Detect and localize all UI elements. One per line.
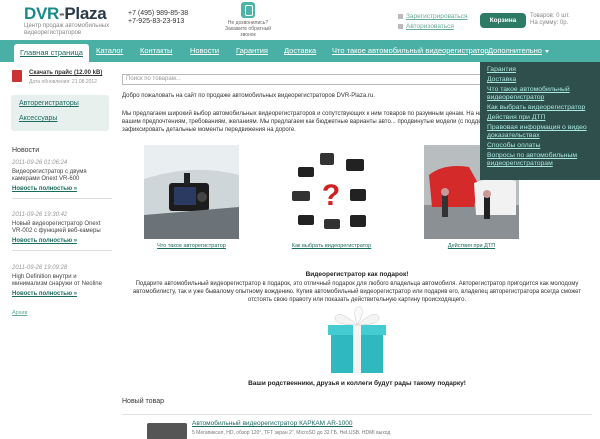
product-image[interactable]: [147, 423, 187, 439]
dropdown-item-legal-info[interactable]: Правовая информация о видео доказательст…: [487, 124, 593, 140]
thumb-caption[interactable]: Действия при ДТП: [424, 243, 519, 249]
phone-2: +7-925-83-23-913: [128, 18, 185, 25]
nav-what-is-dvr[interactable]: Что такое автомобильный видеорегистратор: [332, 40, 489, 62]
nav-more[interactable]: Дополнительно: [488, 40, 549, 62]
news-item: 2011-09-26 19:30:42 Новый видеорегистрат…: [12, 212, 112, 251]
gift-text: Подарите автомобильный видеорегистратор …: [132, 281, 582, 303]
divider: [12, 198, 112, 199]
phone-icon: [241, 2, 255, 18]
pdf-icon: [12, 70, 22, 82]
logo-text: DVR-Plaza: [24, 4, 107, 23]
news-heading: Новости: [12, 147, 40, 154]
header: DVR-Plaza Центр продаж автомобильных вид…: [0, 0, 600, 40]
dropdown-item-accident-actions[interactable]: Действия при ДТП: [487, 114, 593, 122]
news-date: 2011-09-26 19:09:28: [12, 265, 68, 271]
news-text: High Definition внутри и минимализм снар…: [12, 274, 102, 287]
product-title[interactable]: Автомобильный видеорегистратор КАРКАМ AR…: [192, 420, 353, 427]
thumb-caption[interactable]: Что такое авторегистратор: [144, 243, 239, 249]
logo[interactable]: DVR-Plaza Центр продаж автомобильных вид…: [24, 4, 114, 37]
category-menu: Авторегистраторы Аксессуары: [11, 95, 109, 131]
thumb-caption[interactable]: Как выбрать видеорегистратор: [284, 243, 379, 249]
news-text: Новый видеорегистратор Onext VR-002 с фу…: [12, 221, 101, 234]
gift-heading: Видеорегистратор как подарок!: [305, 271, 409, 278]
dropdown-item-faq[interactable]: Вопросы по автомобильным видеорегистрато…: [487, 152, 593, 168]
archive-link[interactable]: Архив: [12, 310, 27, 316]
nav-home[interactable]: Главная страница: [14, 44, 89, 62]
divider: [12, 250, 112, 251]
news-more-link[interactable]: Новость полностью »: [12, 238, 112, 244]
news-date: 2011-09-26 19:30:42: [12, 212, 68, 218]
login-icon: [398, 23, 403, 29]
price-download-link[interactable]: Скачать прайс (12.00 kB): [29, 70, 102, 76]
product-card[interactable]: Автомобильный видеорегистратор КАРКАМ AR…: [122, 414, 592, 439]
thumb-how-to-choose[interactable]: ? Как выбрать видеорегистратор: [284, 145, 379, 249]
dropdown-item-warranty[interactable]: Гарантия: [487, 66, 593, 74]
phone-numbers: +7 (495) 989-85-38 +7-925-83-23-913: [128, 10, 188, 26]
main-nav: Главная страница Каталог Контакты Новост…: [0, 40, 600, 62]
nav-delivery[interactable]: Доставка: [284, 40, 316, 62]
dropdown-item-what-is-dvr[interactable]: Что такое автомобильный видеорегистратор: [487, 86, 593, 102]
news-item: 2011-09-26 01:06:24 Видеорегистратор с д…: [12, 160, 112, 199]
register-link[interactable]: Зарегистрироваться: [406, 13, 467, 20]
nav-warranty[interactable]: Гарантия: [236, 40, 268, 62]
nav-news[interactable]: Новости: [190, 40, 219, 62]
product-description: 5 Мегапиксел, HD, обзор 120°, TFT экран …: [192, 430, 391, 436]
welcome-text: Добро пожаловать на сайт по продаже авто…: [122, 93, 375, 99]
dropdown-item-delivery[interactable]: Доставка: [487, 76, 593, 84]
cart-sum: На сумму: 0р.: [530, 20, 569, 26]
svg-text:?: ?: [322, 179, 340, 212]
cart-count: Товаров: 0 шт.: [530, 13, 570, 19]
callback-widget[interactable]: Не дозвонились? Закажите обратный звонок: [218, 2, 278, 38]
phone-1: +7 (495) 989-85-38: [128, 10, 189, 17]
nav-contacts[interactable]: Контакты: [140, 40, 172, 62]
register-icon: [398, 13, 403, 19]
cart-info: Товаров: 0 шт. На сумму: 0р.: [530, 13, 570, 27]
nav-catalog[interactable]: Каталог: [96, 40, 123, 62]
news-more-link[interactable]: Новость полностью »: [12, 186, 112, 192]
thumb-what-is-dvr[interactable]: Что такое авторегистратор: [144, 145, 239, 249]
dropdown-item-payment[interactable]: Способы оплаты: [487, 142, 593, 150]
gift-caption: Ваши родственники, друзья и коллеги буду…: [248, 380, 466, 387]
gift-box-image: [325, 305, 389, 375]
news-item: 2011-09-26 19:09:28 High Definition внут…: [12, 265, 112, 297]
dropdown-item-how-to-choose[interactable]: Как выбрать видеорегистратор: [487, 104, 593, 112]
sidebar: Скачать прайс (12.00 kB) Дата обновления…: [0, 62, 115, 439]
category-accessories[interactable]: Аксессуары: [19, 114, 101, 123]
news-more-link[interactable]: Новость полностью »: [12, 291, 112, 297]
new-products-heading: Новый товар: [122, 398, 164, 405]
news-date: 2011-09-26 01:06:24: [12, 160, 68, 166]
price-date: Дата обновления: 21.08.2012: [29, 79, 97, 85]
news-text: Видеорегистратор с двумя камерами Onext …: [12, 169, 87, 182]
nav-dropdown: Гарантия Доставка Что такое автомобильны…: [480, 62, 600, 180]
dvr-choice-image: ?: [284, 145, 379, 239]
login-link[interactable]: Авторизоваться: [406, 23, 454, 30]
category-dvr[interactable]: Авторегистраторы: [19, 99, 101, 108]
dvr-car-image: [144, 145, 239, 239]
cart-button[interactable]: Корзина: [480, 13, 526, 28]
chevron-down-icon: [544, 49, 549, 53]
auth-links: Зарегистрироваться Авторизоваться: [398, 12, 467, 32]
logo-tagline: Центр продаж автомобильных видеорегистра…: [24, 23, 110, 36]
callback-text: Не дозвонились? Закажите обратный звонок: [225, 20, 271, 38]
